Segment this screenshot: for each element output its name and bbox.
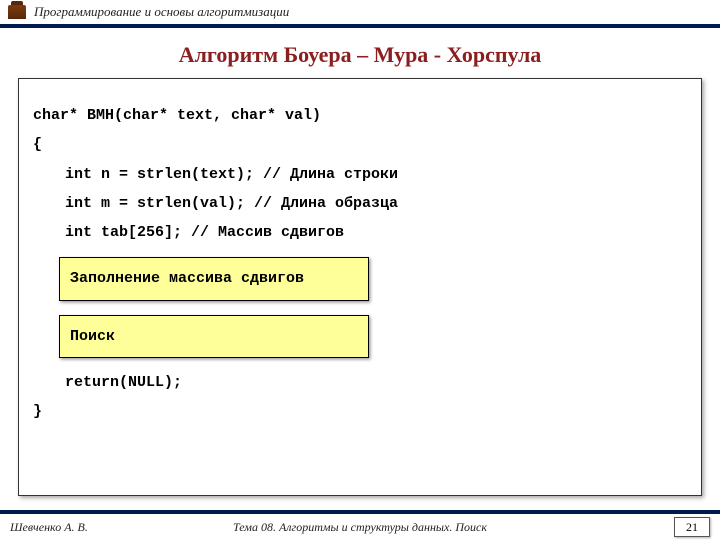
book-icon <box>8 5 26 19</box>
callout-search: Поиск <box>59 315 369 358</box>
code-line: int m = strlen(val); // Длина образца <box>33 189 687 218</box>
footer-author: Шевченко А. В. <box>10 520 88 535</box>
code-line: int tab[256]; // Массив сдвигов <box>33 218 687 247</box>
code-line: char* BMH(char* text, char* val) <box>33 101 687 130</box>
slide: Программирование и основы алгоритмизации… <box>0 0 720 540</box>
code-line: { <box>33 130 687 159</box>
callout-fill-array: Заполнение массива сдвигов <box>59 257 369 300</box>
code-block: char* BMH(char* text, char* val) { int n… <box>18 78 702 496</box>
code-line: } <box>33 397 687 426</box>
code-line: int n = strlen(text); // Длина строки <box>33 160 687 189</box>
header-bar: Программирование и основы алгоритмизации <box>0 0 720 28</box>
code-line: return(NULL); <box>33 368 687 397</box>
course-title: Программирование и основы алгоритмизации <box>34 4 289 20</box>
page-number: 21 <box>674 517 710 537</box>
footer-topic: Тема 08. Алгоритмы и структуры данных. П… <box>0 520 720 535</box>
footer-bar: Шевченко А. В. Тема 08. Алгоритмы и стру… <box>0 510 720 540</box>
slide-title: Алгоритм Боуера – Мура - Хорспула <box>0 42 720 68</box>
